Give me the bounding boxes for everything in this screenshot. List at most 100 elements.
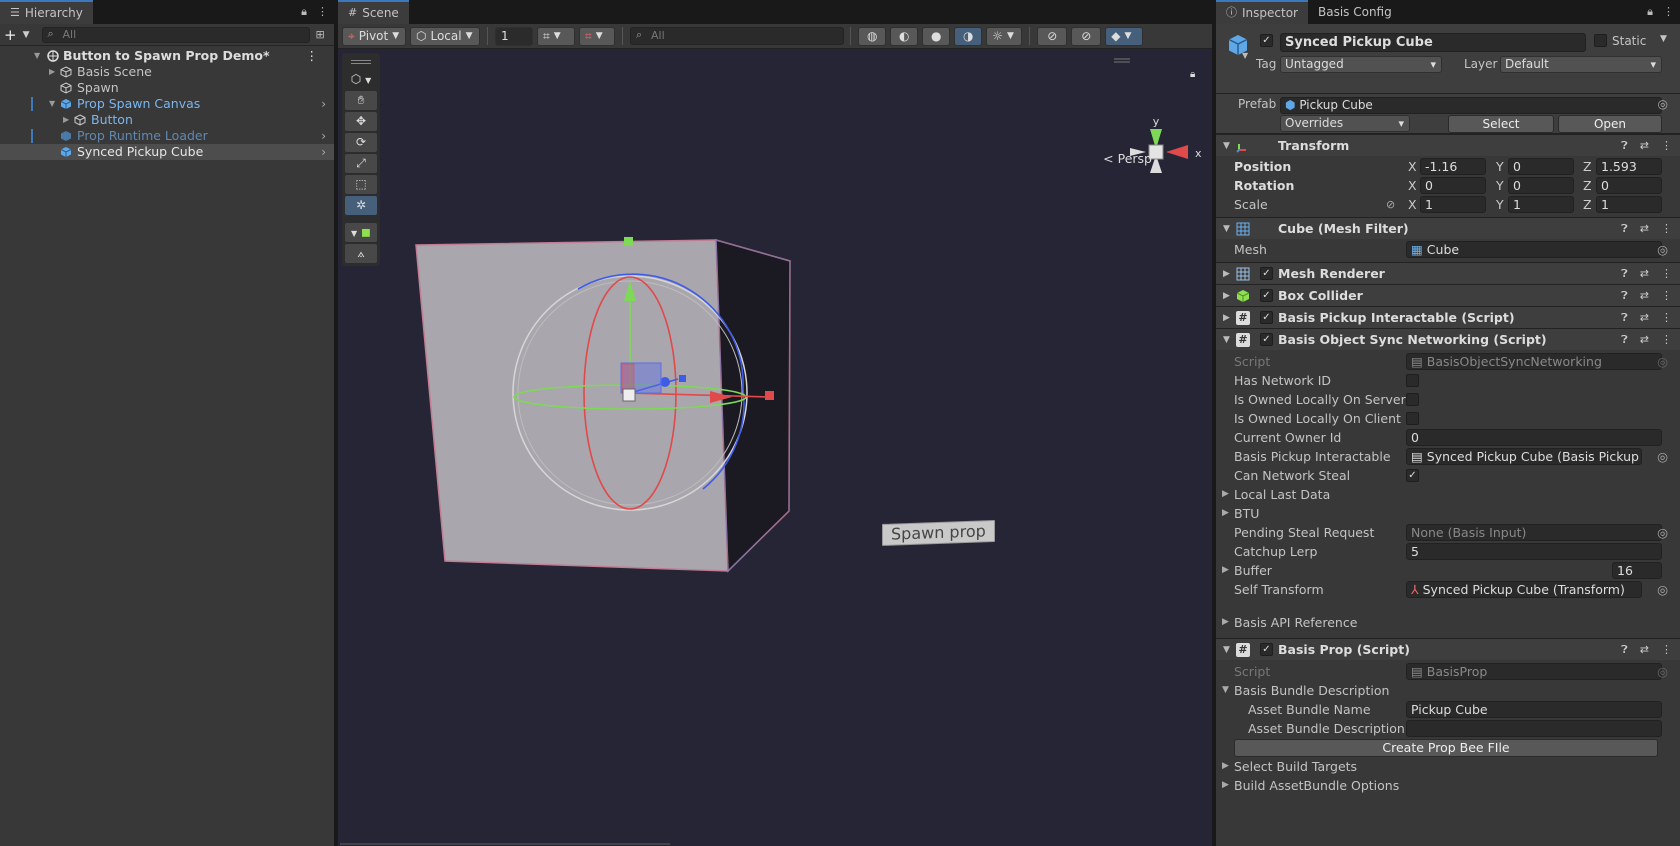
- snap-dropdown[interactable]: ⌗ ▼: [579, 26, 615, 46]
- fold-arrow-icon[interactable]: ▶: [63, 112, 69, 128]
- preset-icon[interactable]: ⇄: [1640, 285, 1649, 307]
- pivot-dropdown[interactable]: ⌖ Pivot ▼: [342, 26, 406, 46]
- perspective-toggle[interactable]: < Persp: [1103, 151, 1152, 166]
- transform-tool-button[interactable]: ✲: [345, 196, 377, 215]
- chevron-down-icon[interactable]: ▼: [23, 30, 30, 40]
- chevron-right-icon[interactable]: ›: [321, 144, 326, 160]
- fold-arrow-icon[interactable]: ▼: [1223, 329, 1230, 351]
- basis-prop-component-header[interactable]: ▼ # ✓ Basis Prop (Script) ❓︎ ⇄ ⋮: [1216, 638, 1680, 660]
- move-plane-handle-xy[interactable]: [621, 363, 635, 393]
- sync-networking-component-header[interactable]: ▼ # ✓ Basis Object Sync Networking (Scri…: [1216, 328, 1680, 350]
- fold-arrow-icon[interactable]: ▶: [1222, 561, 1229, 580]
- kebab-menu-icon[interactable]: ⋮: [1661, 285, 1672, 307]
- constrain-proportions-icon[interactable]: ⊘: [1386, 195, 1395, 214]
- help-icon[interactable]: ❓︎: [1621, 218, 1628, 240]
- mesh-renderer-component-header[interactable]: ▶ ✓ Mesh Renderer ❓︎ ⇄ ⋮: [1216, 262, 1680, 284]
- wireframe-toggle[interactable]: ◍: [858, 26, 887, 46]
- build-options-row[interactable]: ▶ Build AssetBundle Options: [1216, 776, 1680, 795]
- tab-hierarchy[interactable]: ☰ Hierarchy: [0, 0, 93, 24]
- api-reference-row[interactable]: ▶ Basis API Reference: [1216, 613, 1680, 632]
- center-handle[interactable]: [622, 388, 636, 402]
- kebab-menu-icon[interactable]: ⋮: [1661, 639, 1672, 661]
- object-picker-icon[interactable]: ◎: [1657, 523, 1668, 542]
- mesh-field[interactable]: ▦ Cube: [1406, 241, 1662, 258]
- object-name-field[interactable]: Synced Pickup Cube: [1280, 33, 1586, 52]
- fold-arrow-icon[interactable]: ▼: [1223, 639, 1230, 661]
- basis-prop-enabled-checkbox[interactable]: ✓: [1260, 643, 1273, 656]
- kebab-menu-icon[interactable]: ⋮: [1661, 263, 1672, 285]
- help-icon[interactable]: ❓︎: [1621, 135, 1628, 157]
- fold-arrow-icon[interactable]: ▼: [1223, 218, 1230, 240]
- tab-basis-config[interactable]: Basis Config: [1308, 0, 1402, 24]
- kebab-menu-icon[interactable]: ⋮: [317, 5, 328, 19]
- help-icon[interactable]: ❓︎: [1621, 285, 1628, 307]
- transform-component-header[interactable]: ▼ Transform ❓︎ ⇄ ⋮: [1216, 134, 1680, 156]
- visibility-toggle[interactable]: ⊘: [1037, 26, 1068, 46]
- hierarchy-item[interactable]: ▶ Basis Scene: [0, 64, 334, 80]
- buffer-size-field[interactable]: 16: [1612, 562, 1662, 579]
- preset-icon[interactable]: ⇄: [1640, 307, 1649, 329]
- build-targets-row[interactable]: ▶ Select Build Targets: [1216, 757, 1680, 776]
- lock-icon[interactable]: 🔒︎: [1190, 69, 1195, 80]
- shaded-wire-toggle[interactable]: ◐: [890, 26, 919, 46]
- help-icon[interactable]: ❓︎: [1621, 639, 1628, 661]
- lock-icon[interactable]: 🔒︎: [1647, 5, 1653, 19]
- object-picker-icon[interactable]: ◎: [1657, 240, 1668, 259]
- help-icon[interactable]: ❓︎: [1621, 307, 1628, 329]
- object-picker-icon[interactable]: ◎: [1658, 97, 1668, 111]
- view-options-dropdown[interactable]: ⬡ ▼: [345, 70, 377, 89]
- object-picker-icon[interactable]: ◎: [1657, 447, 1668, 466]
- scale-x-field[interactable]: 1: [1420, 196, 1486, 213]
- shaded-toggle[interactable]: ●: [922, 26, 951, 46]
- help-icon[interactable]: ❓︎: [1621, 263, 1628, 285]
- rotation-y-field[interactable]: 0: [1508, 177, 1574, 194]
- kebab-menu-icon[interactable]: ⋮: [1661, 329, 1672, 351]
- layer-dropdown[interactable]: Default: [1500, 56, 1662, 73]
- owned-server-checkbox[interactable]: [1406, 393, 1419, 406]
- bundle-name-field[interactable]: Pickup Cube: [1406, 701, 1662, 718]
- horizontal-scrollbar[interactable]: [340, 843, 670, 845]
- fold-arrow-icon[interactable]: ▶: [49, 64, 55, 80]
- bundle-desc-field[interactable]: [1406, 720, 1662, 737]
- kebab-menu-icon[interactable]: ⋮: [1661, 218, 1672, 240]
- catchup-lerp-field[interactable]: 5: [1406, 543, 1662, 560]
- scene-search-input[interactable]: All: [630, 27, 844, 45]
- position-x-field[interactable]: -1.16: [1420, 158, 1486, 175]
- fold-arrow-icon[interactable]: ▶: [1222, 776, 1229, 795]
- chevron-down-icon[interactable]: ▼: [1660, 34, 1667, 44]
- hierarchy-item[interactable]: Spawn: [0, 80, 334, 96]
- fold-arrow-icon[interactable]: ▶: [1222, 613, 1229, 632]
- self-transform-field[interactable]: ⅄ Synced Pickup Cube (Transform): [1406, 581, 1642, 598]
- hierarchy-item[interactable]: ▶ Button: [0, 112, 334, 128]
- create-prop-bee-file-button[interactable]: Create Prop Bee FIle: [1234, 739, 1658, 757]
- scale-z-handle[interactable]: [679, 375, 686, 382]
- hierarchy-item-selected[interactable]: Synced Pickup Cube ›: [0, 144, 334, 160]
- spawn-prop-button[interactable]: Spawn prop: [882, 520, 995, 546]
- scene-root-row[interactable]: ▼ Button to Spawn Prop Demo* ⋮: [0, 48, 334, 64]
- pickup-ref-field[interactable]: ▤ Synced Pickup Cube (Basis Pickup Inte: [1406, 448, 1642, 465]
- chevron-right-icon[interactable]: ›: [321, 96, 326, 112]
- rect-tool-button[interactable]: ⬚: [345, 175, 377, 194]
- search-options-icon[interactable]: ⊞: [316, 28, 325, 41]
- rotation-z-field[interactable]: 0: [1596, 177, 1662, 194]
- object-active-checkbox[interactable]: ✓: [1260, 34, 1273, 47]
- can-steal-checkbox[interactable]: ✓: [1406, 469, 1419, 482]
- current-owner-field[interactable]: 0: [1406, 429, 1662, 446]
- tag-dropdown[interactable]: Untagged: [1280, 56, 1442, 73]
- grid-size-field[interactable]: 1: [495, 26, 533, 46]
- prefab-select-button[interactable]: Select: [1448, 115, 1554, 133]
- has-network-id-checkbox[interactable]: [1406, 374, 1419, 387]
- effects-dropdown[interactable]: ☼ ▼: [986, 26, 1023, 46]
- custom-tool-button[interactable]: ⟑: [345, 244, 377, 263]
- kebab-menu-icon[interactable]: ⋮: [1661, 135, 1672, 157]
- fold-arrow-icon[interactable]: ▼: [1223, 135, 1230, 157]
- fold-arrow-icon[interactable]: ▶: [1222, 757, 1229, 776]
- sync-networking-enabled-checkbox[interactable]: ✓: [1260, 333, 1273, 346]
- owned-client-checkbox[interactable]: [1406, 412, 1419, 425]
- scale-z-field[interactable]: 1: [1596, 196, 1662, 213]
- cube-front-face[interactable]: [415, 239, 729, 572]
- drag-handle-icon[interactable]: [351, 60, 371, 64]
- fold-arrow-icon[interactable]: ▼: [1222, 681, 1229, 700]
- fold-arrow-icon[interactable]: ▶: [1222, 485, 1229, 504]
- chevron-right-icon[interactable]: ›: [321, 128, 326, 144]
